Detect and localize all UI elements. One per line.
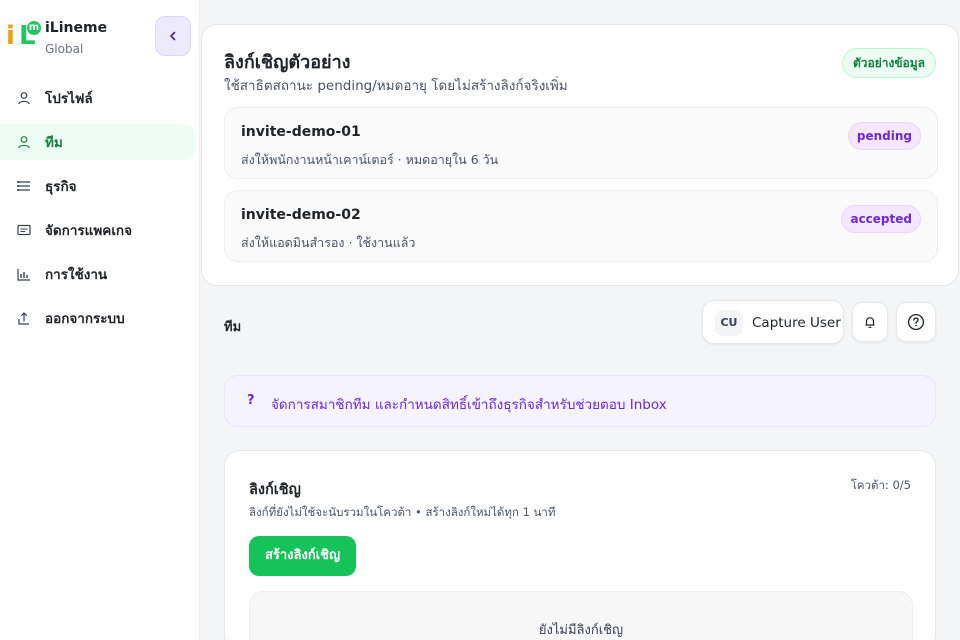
user-name: Capture User xyxy=(752,315,841,331)
sidebar-item-logout[interactable]: ออกจากระบบ xyxy=(0,300,200,336)
user-icon xyxy=(16,134,32,150)
status-badge: pending xyxy=(847,122,921,150)
logout-icon xyxy=(16,310,32,326)
sidebar-item-label: ทีม xyxy=(45,135,63,151)
chevron-left-icon xyxy=(170,31,176,41)
sidebar-item-profile[interactable]: โปรไฟล์ xyxy=(0,80,200,116)
empty-invites-state: ยังไม่มีลิงก์เชิญ xyxy=(249,591,913,640)
sidebar-item-label: ออกจากระบบ xyxy=(45,311,125,327)
sidebar-item-label: ธุรกิจ xyxy=(45,179,77,195)
user-menu-button[interactable]: CU Capture User xyxy=(702,300,844,344)
sidebar-item-label: โปรไฟล์ xyxy=(45,91,93,107)
invite-code: invite-demo-02 xyxy=(241,207,361,223)
notifications-button[interactable] xyxy=(852,302,888,342)
demo-subtitle: ใช้สาธิตสถานะ pending/หมดอายุ โดยไม่สร้า… xyxy=(224,78,568,94)
user-icon xyxy=(16,90,32,106)
page-title: ทีม xyxy=(224,320,242,335)
invite-meta: ส่งให้แอดมินสำรอง · ใช้งานแล้ว xyxy=(241,235,416,250)
brand-region: Global xyxy=(45,42,84,56)
invite-links-card: ลิงก์เชิญ ลิงก์ที่ยังไม่ใช้จะนับรวมในโคว… xyxy=(224,450,936,640)
help-button[interactable] xyxy=(896,302,936,342)
empty-invites-text: ยังไม่มีลิงก์เชิญ xyxy=(538,623,624,638)
invite-links-description: ลิงก์ที่ยังไม่ใช้จะนับรวมในโควต้า • สร้า… xyxy=(249,505,556,519)
sidebar-item-usage[interactable]: การใช้งาน xyxy=(0,256,200,292)
question-icon: ? xyxy=(247,393,255,408)
avatar: CU xyxy=(715,310,743,336)
bell-icon xyxy=(865,317,875,328)
brand-logo: i L m xyxy=(6,20,42,50)
brand-name: iLineme xyxy=(45,20,108,36)
demo-invite-row[interactable]: invite-demo-01 ส่งให้พนักงานหน้าเคาน์เตอ… xyxy=(224,107,938,179)
info-banner-text: จัดการสมาชิกทีม และกำหนดสิทธิ์เข้าถึงธุร… xyxy=(271,397,667,413)
help-icon xyxy=(907,313,925,331)
sidebar-item-packages[interactable]: จัดการแพคเกจ xyxy=(0,212,200,248)
info-banner: ? จัดการสมาชิกทีม และกำหนดสิทธิ์เข้าถึงธ… xyxy=(224,375,936,427)
list-icon xyxy=(16,178,32,194)
invite-code: invite-demo-01 xyxy=(241,124,361,140)
sidebar-item-label: การใช้งาน xyxy=(45,267,108,283)
demo-invite-row[interactable]: invite-demo-02 ส่งให้แอดมินสำรอง · ใช้งา… xyxy=(224,190,938,262)
sidebar-item-label: จัดการแพคเกจ xyxy=(45,223,133,239)
status-badge: accepted xyxy=(841,205,921,233)
brand[interactable]: i L m iLineme Global xyxy=(6,20,107,56)
invite-meta: ส่งให้พนักงานหน้าเคาน์เตอร์ · หมดอายุใน … xyxy=(241,152,499,167)
sidebar-nav: โปรไฟล์ ทีม ธุรกิจ จัดการแพคเกจ การใช้งา… xyxy=(0,80,200,344)
create-invite-button[interactable]: สร้างลิงก์เชิญ xyxy=(249,536,356,576)
logo-letter-i: i xyxy=(6,21,15,51)
bar-chart-icon xyxy=(16,266,32,282)
logo-letter-m: m xyxy=(27,21,41,35)
sidebar-item-team[interactable]: ทีม xyxy=(0,124,195,160)
demo-title: ลิงก์เชิญตัวอย่าง xyxy=(224,52,351,73)
sample-data-badge: ตัวอย่างข้อมูล xyxy=(841,48,936,78)
invite-links-title: ลิงก์เชิญ xyxy=(249,482,301,498)
invite-quota: โควต้า: 0/5 xyxy=(850,478,911,492)
sidebar: i L m iLineme Global โปรไฟล์ ทีม ธุรกิจ … xyxy=(0,0,200,640)
card-icon xyxy=(16,222,32,238)
demo-invites-card: ลิงก์เชิญตัวอย่าง ใช้สาธิตสถานะ pending/… xyxy=(201,24,959,286)
sidebar-item-business[interactable]: ธุรกิจ xyxy=(0,168,200,204)
collapse-sidebar-button[interactable] xyxy=(155,16,191,56)
